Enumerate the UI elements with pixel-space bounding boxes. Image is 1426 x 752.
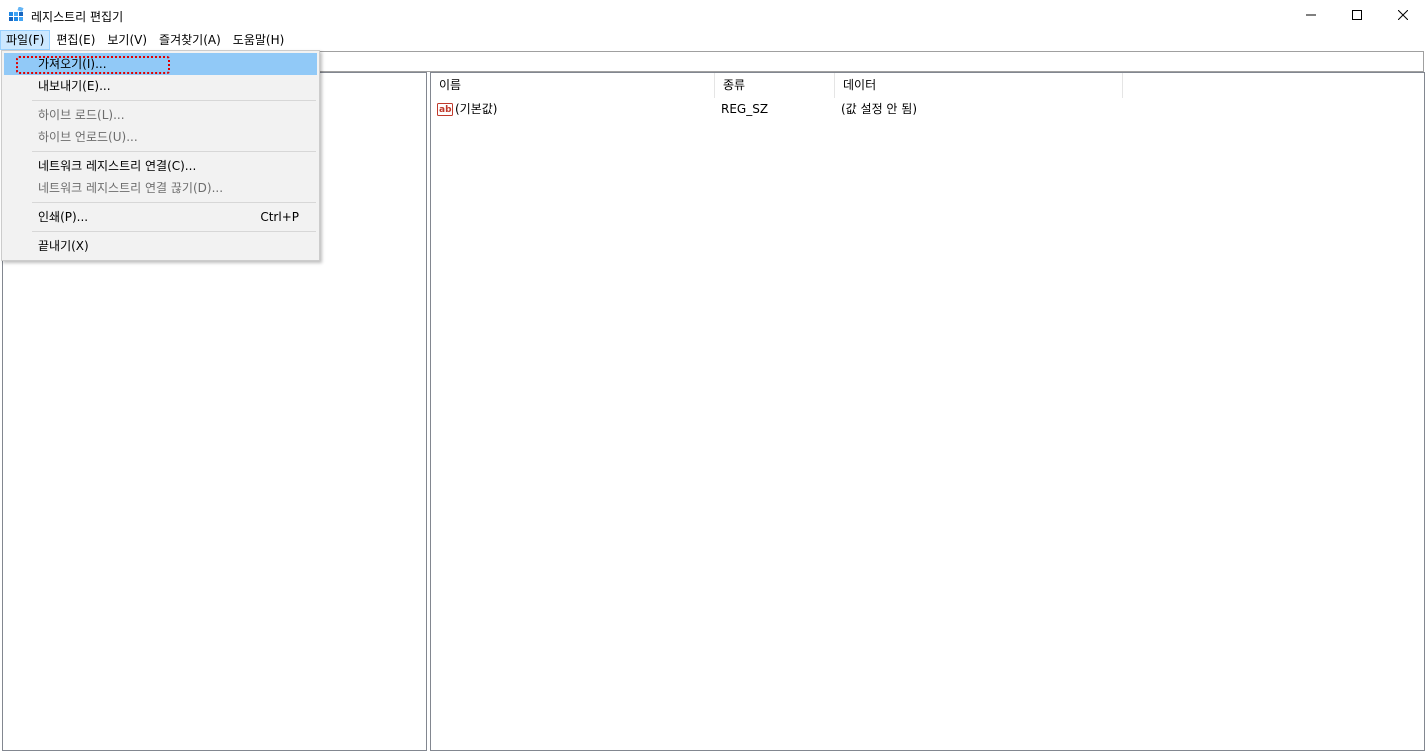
menu-bar: 파일(F) 편집(E) 보기(V) 즐겨찾기(A) 도움말(H) — [0, 30, 1426, 50]
menu-help[interactable]: 도움말(H) — [227, 30, 291, 50]
string-value-icon: ab — [437, 103, 453, 116]
menu-item-label: 인쇄(P)... — [38, 210, 89, 224]
menu-separator — [32, 100, 316, 101]
menu-item-label: 하이브 언로드(U)... — [38, 130, 138, 144]
menu-view[interactable]: 보기(V) — [101, 30, 153, 50]
menu-item-label: 네트워크 레지스트리 연결(C)... — [38, 159, 197, 173]
menu-item-shortcut: Ctrl+P — [260, 210, 299, 224]
menu-item-label: 하이브 로드(L)... — [38, 108, 125, 122]
menu-item-label: 네트워크 레지스트리 연결 끊기(D)... — [38, 181, 224, 195]
row-data: (값 설정 안 됨) — [841, 102, 918, 116]
menu-item-label: 끝내기(X) — [38, 239, 89, 253]
menu-separator — [32, 151, 316, 152]
maximize-icon — [1352, 10, 1362, 20]
window-title: 레지스트리 편집기 — [31, 10, 124, 24]
menu-favorites[interactable]: 즐겨찾기(A) — [153, 30, 227, 50]
values-list-pane[interactable]: 이름 종류 데이터 ab (기본값) REG_SZ (값 설정 안 됨) — [430, 72, 1425, 751]
menu-item-label: 내보내기(E)... — [38, 79, 111, 93]
column-header-data[interactable]: 데이터 — [835, 73, 1123, 98]
menu-item-connect-network-registry[interactable]: 네트워크 레지스트리 연결(C)... — [4, 155, 317, 177]
menu-item-export[interactable]: 내보내기(E)... — [4, 75, 317, 97]
minimize-icon — [1306, 14, 1316, 16]
menu-edit[interactable]: 편집(E) — [50, 30, 101, 50]
minimize-button[interactable] — [1288, 0, 1334, 30]
close-button[interactable] — [1380, 0, 1426, 30]
menu-item-import[interactable]: 가져오기(I)... — [4, 53, 317, 75]
menu-separator — [32, 231, 316, 232]
close-icon — [1398, 10, 1408, 20]
menu-item-disconnect-network-registry[interactable]: 네트워크 레지스트리 연결 끊기(D)... — [4, 177, 317, 199]
svg-text:ab: ab — [439, 105, 452, 115]
annotation-highlight-box — [16, 56, 170, 74]
file-menu-dropdown: 가져오기(I)... 내보내기(E)... 하이브 로드(L)... 하이브 언… — [1, 50, 320, 261]
table-row[interactable]: ab (기본값) REG_SZ (값 설정 안 됨) — [431, 99, 1424, 119]
column-header-type[interactable]: 종류 — [715, 73, 835, 98]
row-name: (기본값) — [455, 102, 498, 116]
registry-editor-icon — [9, 7, 24, 21]
column-header-name[interactable]: 이름 — [431, 73, 715, 98]
menu-file[interactable]: 파일(F) — [0, 30, 51, 50]
menu-item-print[interactable]: 인쇄(P)... Ctrl+P — [4, 206, 317, 228]
title-bar[interactable]: 레지스트리 편집기 — [0, 0, 1426, 30]
registry-editor-window: 레지스트리 편집기 파일(F) 편집(E) 보기(V) 즐겨찾기(A) 도움말(… — [0, 0, 1426, 752]
menu-item-exit[interactable]: 끝내기(X) — [4, 235, 317, 257]
menu-separator — [32, 202, 316, 203]
list-header: 이름 종류 데이터 — [431, 73, 1424, 98]
maximize-button[interactable] — [1334, 0, 1380, 30]
menu-item-load-hive[interactable]: 하이브 로드(L)... — [4, 104, 317, 126]
row-type: REG_SZ — [721, 102, 769, 116]
menu-item-unload-hive[interactable]: 하이브 언로드(U)... — [4, 126, 317, 148]
